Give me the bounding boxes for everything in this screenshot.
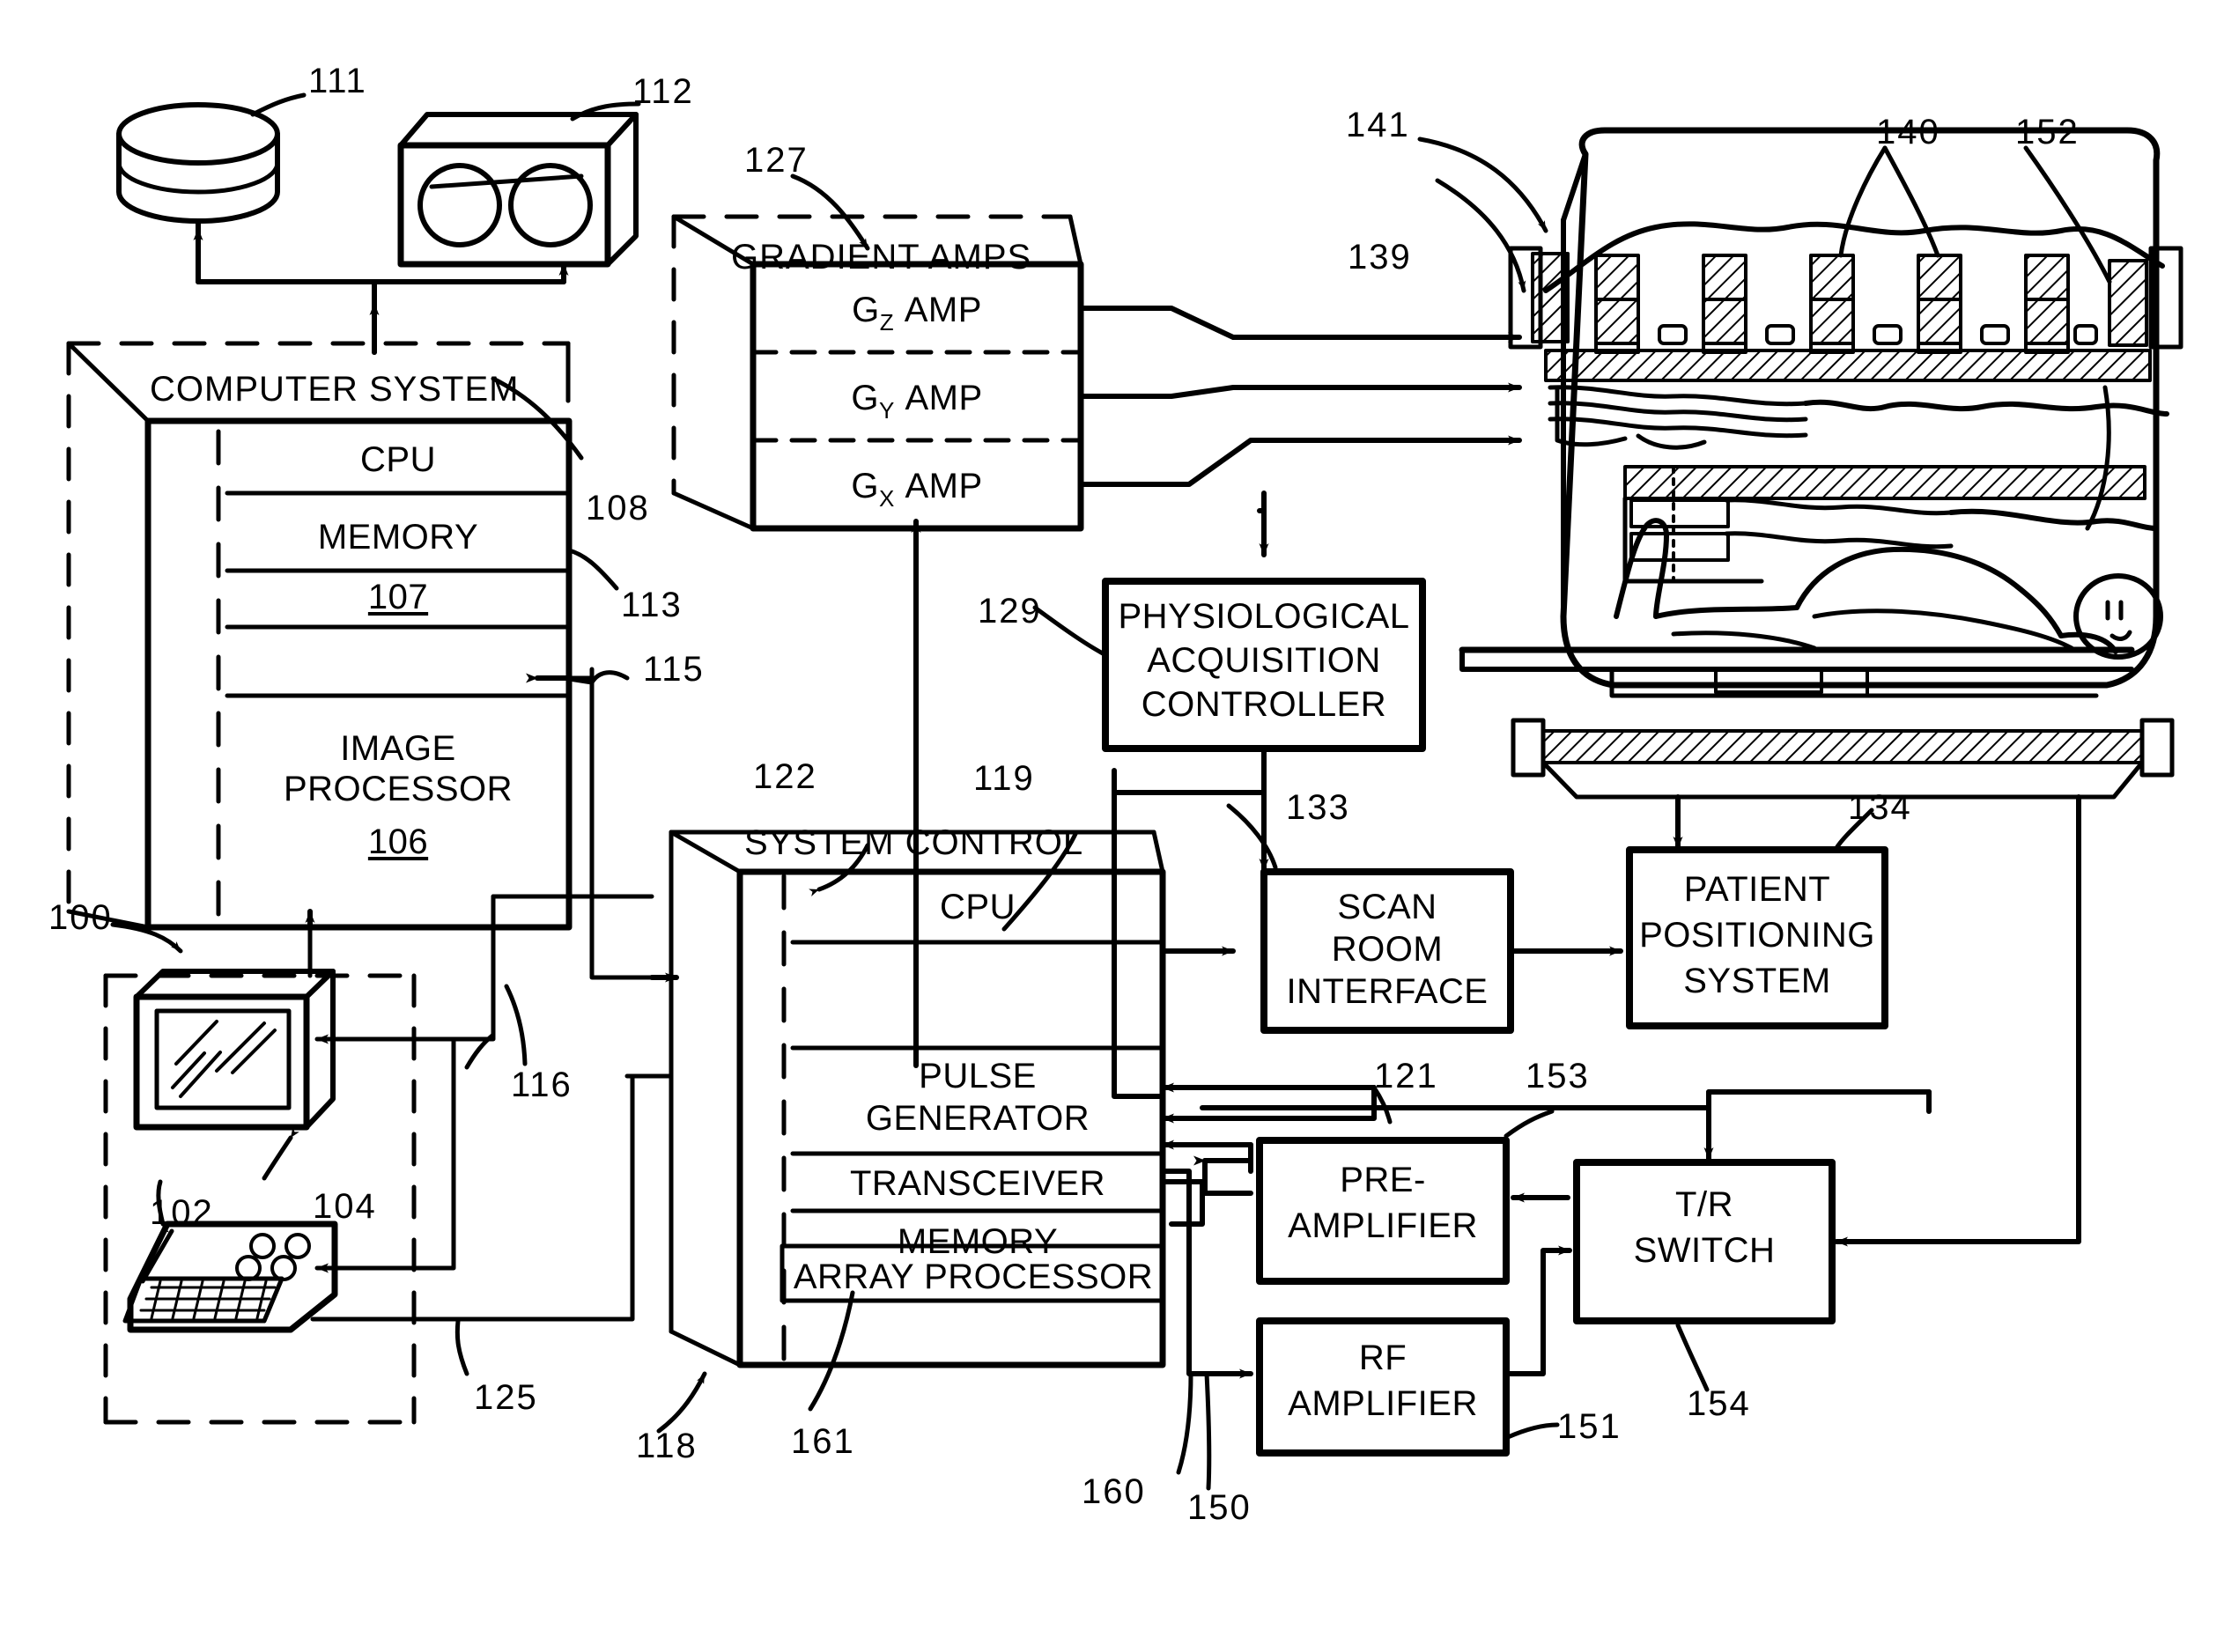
- system-control-title: SYSTEM CONTROL: [744, 823, 1084, 862]
- ref-112: 112: [632, 72, 694, 111]
- ref-102: 102: [150, 1193, 214, 1232]
- preamp-line1: PRE-: [1340, 1161, 1426, 1199]
- gy-amp-label: GY AMP: [753, 379, 1081, 424]
- ref-129: 129: [978, 592, 1042, 631]
- ref-127: 127: [744, 141, 809, 180]
- gx-amp-label: GX AMP: [753, 467, 1081, 512]
- ref-140: 140: [1876, 113, 1940, 151]
- ref-154: 154: [1687, 1384, 1751, 1423]
- image-processor-line1: IMAGE: [340, 729, 456, 768]
- ref-134: 134: [1848, 788, 1912, 827]
- computer-cpu-label: CPU: [360, 440, 436, 479]
- gy-symbol: G: [851, 379, 879, 417]
- ref-152: 152: [2015, 113, 2080, 151]
- computer-system-title: COMPUTER SYSTEM: [150, 370, 520, 409]
- keyboard-icon: [122, 1221, 338, 1333]
- sri-line1: SCAN: [1337, 888, 1437, 926]
- ref-139: 139: [1348, 238, 1412, 277]
- gx-word: AMP: [905, 467, 983, 505]
- rfamp-line2: AMPLIFIER: [1288, 1384, 1478, 1423]
- ref-153: 153: [1526, 1057, 1590, 1095]
- ref-118: 118: [636, 1427, 698, 1465]
- magnet-assembly: [1459, 127, 2183, 800]
- ref-151: 151: [1557, 1407, 1622, 1446]
- gz-symbol: G: [852, 291, 880, 329]
- pps-line3: SYSTEM: [1683, 962, 1831, 1000]
- ref-115: 115: [643, 650, 705, 689]
- gz-axis: Z: [879, 309, 895, 336]
- rfamp-line1: RF: [1358, 1339, 1408, 1377]
- ref-119: 119: [973, 759, 1035, 798]
- sc-memory-label: MEMORY: [897, 1222, 1059, 1261]
- display-icon: [133, 969, 336, 1131]
- pulse-generator-line2: GENERATOR: [865, 1099, 1090, 1138]
- gx-axis: X: [878, 485, 895, 512]
- ref-125: 125: [474, 1378, 538, 1417]
- ref-122: 122: [753, 757, 817, 796]
- array-processor-label: ARRAY PROCESSOR: [793, 1257, 1154, 1296]
- disk-drive-icon: [116, 102, 280, 224]
- computer-memory-ref-107: 107: [367, 578, 429, 616]
- sc-cpu-label: CPU: [940, 888, 1016, 926]
- ref-160: 160: [1082, 1472, 1146, 1511]
- gz-word: AMP: [904, 291, 982, 329]
- image-processor-line2: PROCESSOR: [283, 770, 514, 808]
- gz-amp-label: GZ AMP: [753, 291, 1081, 336]
- ref-141: 141: [1346, 106, 1410, 144]
- ref-116: 116: [511, 1066, 573, 1104]
- ref-133: 133: [1286, 788, 1350, 827]
- pac-line3: CONTROLLER: [1141, 685, 1387, 724]
- computer-memory-label: MEMORY: [317, 518, 479, 557]
- pps-line1: PATIENT: [1683, 870, 1831, 909]
- tape-drive-icon: [397, 112, 639, 268]
- ref-113: 113: [621, 586, 683, 624]
- ref-150: 150: [1187, 1488, 1252, 1527]
- preamp-line2: AMPLIFIER: [1288, 1206, 1478, 1245]
- pulse-generator-line1: PULSE: [919, 1057, 1037, 1095]
- image-processor-ref-106: 106: [367, 822, 429, 861]
- ref-100: 100: [48, 898, 113, 937]
- gy-word: AMP: [905, 379, 983, 417]
- gy-axis: Y: [878, 397, 895, 424]
- transceiver-label: TRANSCEIVER: [850, 1164, 1105, 1203]
- sri-line2: ROOM: [1331, 930, 1444, 969]
- ref-104: 104: [313, 1187, 377, 1226]
- trswitch-line1: T/R: [1675, 1185, 1733, 1224]
- pps-line2: POSITIONING: [1639, 916, 1875, 955]
- trswitch-line2: SWITCH: [1633, 1231, 1776, 1270]
- pac-line1: PHYSIOLOGICAL: [1118, 597, 1410, 636]
- ref-111: 111: [308, 62, 367, 100]
- gx-symbol: G: [851, 467, 879, 505]
- ref-161: 161: [791, 1422, 855, 1461]
- ref-121: 121: [1374, 1057, 1438, 1095]
- ref-108: 108: [586, 489, 650, 527]
- gradient-amps-title: GRADIENT AMPS: [731, 238, 1032, 277]
- pac-line2: ACQUISITION: [1147, 641, 1381, 680]
- sri-line3: INTERFACE: [1286, 972, 1489, 1011]
